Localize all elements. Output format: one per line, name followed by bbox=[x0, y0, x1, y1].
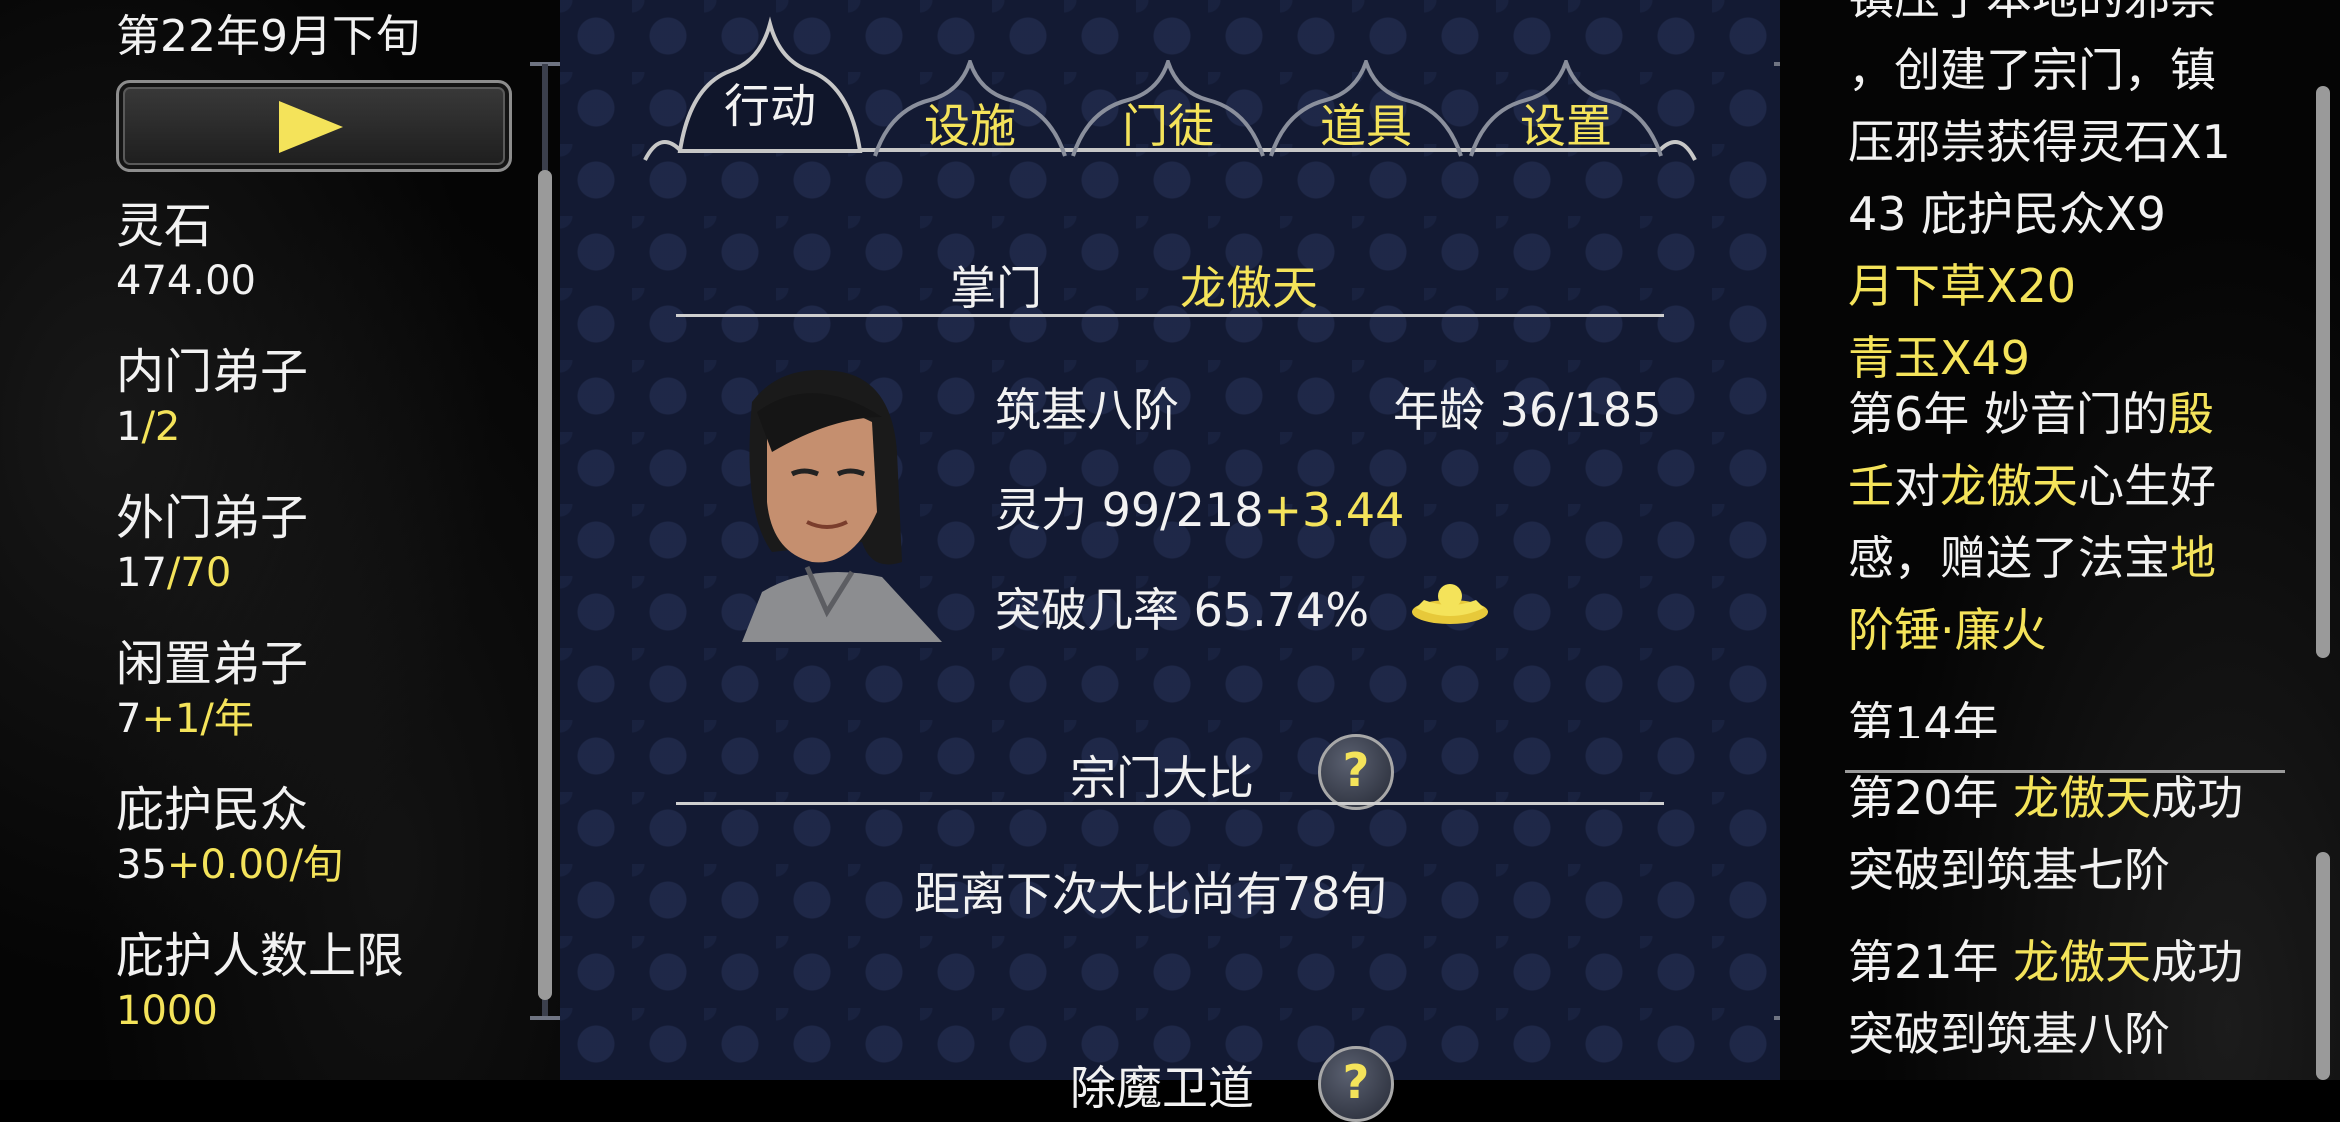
tab-action[interactable]: 行动 bbox=[670, 16, 870, 153]
sect-master-portrait[interactable] bbox=[712, 362, 962, 642]
stat-outer-disciples: 外门弟子 17/70 bbox=[116, 490, 309, 596]
question-mark-icon: ? bbox=[1342, 1055, 1370, 1109]
left-status-panel: 第22年9月下旬 灵石 474.00 内门弟子 1/2 外门弟子 17/70 闲… bbox=[0, 0, 560, 1080]
log-entry-founding: 镇压了本地的邪祟 ，创建了宗门，镇 压邪祟获得灵石X1 43 庇护民众X9 月下… bbox=[1848, 0, 2231, 385]
log-entry-year14: 第14年 bbox=[1848, 697, 1999, 738]
question-mark-icon: ? bbox=[1342, 743, 1370, 797]
log-entry-gift: 第6年 妙音门的殷 壬对龙傲天心生好 感，赠送了法宝地 阶锤·廉火 bbox=[1848, 387, 2216, 657]
log-scrollbar-thumb-upper[interactable] bbox=[2316, 86, 2330, 658]
tournament-help-button[interactable]: ? bbox=[1318, 734, 1394, 810]
tab-disciples[interactable]: 门徒 bbox=[1068, 60, 1268, 160]
gold-ingot-icon[interactable] bbox=[1410, 580, 1490, 630]
stat-protection-cap: 庇护人数上限 1000 bbox=[116, 928, 405, 1034]
section-divider bbox=[676, 802, 1664, 805]
sect-master-name[interactable]: 龙傲天 bbox=[1180, 252, 1318, 318]
tournament-title: 宗门大比 bbox=[1070, 751, 1254, 805]
demon-slaying-title: 除魔卫道 bbox=[1070, 1061, 1254, 1115]
spirit-power-info: 灵力 99/218+3.44 bbox=[995, 483, 1405, 537]
left-scrollbar-thumb[interactable] bbox=[538, 170, 552, 1000]
play-icon bbox=[279, 101, 343, 153]
breakthrough-info: 突破几率 65.74% bbox=[995, 583, 1370, 637]
log-entry-breakthrough-7: 第20年 龙傲天成功 突破到筑基七阶 bbox=[1848, 771, 2244, 897]
stat-protected-people: 庇护民众 35+0.00/旬 bbox=[116, 782, 343, 888]
tournament-countdown: 距离下次大比尚有78旬 bbox=[914, 867, 1387, 921]
log-entry-breakthrough-8: 第21年 龙傲天成功 突破到筑基八阶 bbox=[1848, 935, 2244, 1061]
log-scrollbar-thumb-lower[interactable] bbox=[2316, 852, 2330, 1080]
demon-slaying-help-button[interactable]: ? bbox=[1318, 1046, 1394, 1122]
stat-spirit-stones: 灵石 474.00 bbox=[116, 198, 256, 304]
tab-facilities[interactable]: 设施 bbox=[870, 60, 1070, 160]
cultivation-realm: 筑基八阶 bbox=[995, 383, 1179, 437]
left-scroll-cap-bottom bbox=[530, 1016, 560, 1020]
game-date: 第22年9月下旬 bbox=[116, 11, 420, 62]
stat-idle-disciples: 闲置弟子 7+1/年 bbox=[116, 636, 309, 742]
advance-time-button[interactable] bbox=[116, 80, 512, 172]
tab-settings[interactable]: 设置 bbox=[1466, 60, 1666, 160]
sect-master-title: 掌门 bbox=[950, 261, 1042, 315]
age-info: 年龄 36/185 bbox=[1393, 383, 1662, 437]
stat-inner-disciples: 内门弟子 1/2 bbox=[116, 344, 309, 450]
section-divider bbox=[676, 314, 1664, 317]
tab-items[interactable]: 道具 bbox=[1266, 60, 1466, 160]
